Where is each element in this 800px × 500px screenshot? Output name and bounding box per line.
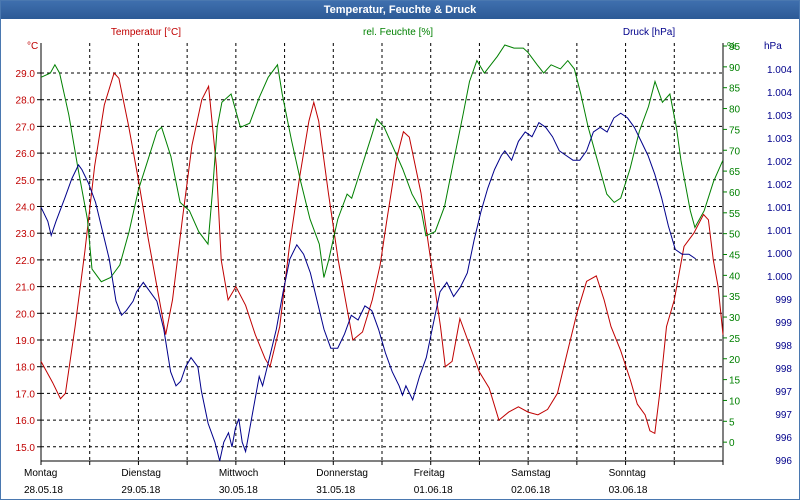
humidity-tick-label: 45 <box>729 251 741 262</box>
temperature-axis-title: Temperatur [°C] <box>111 27 181 38</box>
humidity-tick-label: 90 <box>729 63 741 74</box>
x-day-label: Samstag <box>511 468 550 479</box>
x-date-label: 01.06.18 <box>414 485 453 496</box>
pressure-tick-label: 997 <box>775 387 792 398</box>
axes: Temperatur [°C] rel. Feuchte [%] Druck [… <box>16 27 793 496</box>
humidity-tick-label: 25 <box>729 334 741 345</box>
x-date-label: 03.06.18 <box>609 485 648 496</box>
pressure-tick-label: 1.004 <box>767 65 792 76</box>
pressure-tick-label: 1.002 <box>767 180 792 191</box>
x-day-label: Mittwoch <box>219 468 258 479</box>
pressure-tick-label: 1.001 <box>767 226 792 237</box>
humidity-tick-label: 80 <box>729 105 741 116</box>
pressure-tick-label: 1.002 <box>767 157 792 168</box>
humidity-tick-label: 60 <box>729 188 741 199</box>
temperature-tick-label: 15.0 <box>16 443 36 454</box>
humidity-tick-label: 10 <box>729 396 741 407</box>
temperature-tick-label: 19.0 <box>16 336 36 347</box>
pressure-tick-label: 998 <box>775 341 792 352</box>
pressure-tick-label: 1.003 <box>767 111 792 122</box>
pressure-tick-label: 996 <box>775 433 792 444</box>
temperature-tick-label: 17.0 <box>16 389 36 400</box>
pressure-axis-unit: hPa <box>764 41 782 52</box>
humidity-tick-label: 55 <box>729 209 741 220</box>
humidity-tick-label: 0 <box>729 438 735 449</box>
x-date-label: 02.06.18 <box>511 485 550 496</box>
temperature-tick-label: 20.0 <box>16 309 36 320</box>
temperature-tick-label: 29.0 <box>16 69 36 80</box>
humidity-tick-label: 20 <box>729 355 741 366</box>
x-date-label: 29.05.18 <box>121 485 160 496</box>
pressure-tick-label: 1.000 <box>767 249 792 260</box>
humidity-tick-label: 30 <box>729 313 741 324</box>
temperature-tick-label: 22.0 <box>16 256 36 267</box>
pressure-tick-label: 997 <box>775 410 792 421</box>
temperature-tick-label: 16.0 <box>16 416 36 427</box>
temperature-tick-label: 24.0 <box>16 203 36 214</box>
temperature-tick-label: 25.0 <box>16 176 36 187</box>
humidity-tick-label: 95 <box>729 42 741 53</box>
x-day-label: Freitag <box>414 468 445 479</box>
x-day-label: Donnerstag <box>316 468 368 479</box>
pressure-tick-label: 1.000 <box>767 272 792 283</box>
x-day-label: Dienstag <box>121 468 160 479</box>
temperature-axis-unit: °C <box>27 41 38 52</box>
pressure-tick-label: 999 <box>775 318 792 329</box>
humidity-tick-label: 15 <box>729 376 741 387</box>
pressure-tick-label: 998 <box>775 364 792 375</box>
chart: Temperatur [°C] rel. Feuchte [%] Druck [… <box>16 27 793 496</box>
x-date-label: 30.05.18 <box>219 485 258 496</box>
pressure-tick-label: 1.003 <box>767 134 792 145</box>
x-date-label: 31.05.18 <box>316 485 355 496</box>
x-day-label: Montag <box>24 468 57 479</box>
temperature-tick-label: 27.0 <box>16 122 36 133</box>
temperature-tick-label: 21.0 <box>16 283 36 294</box>
humidity-tick-label: 5 <box>729 417 735 428</box>
temperature-tick-label: 23.0 <box>16 229 36 240</box>
x-date-label: 28.05.18 <box>24 485 63 496</box>
pressure-tick-label: 999 <box>775 295 792 306</box>
temperature-tick-label: 28.0 <box>16 96 36 107</box>
humidity-tick-label: 50 <box>729 230 741 241</box>
humidity-tick-label: 75 <box>729 125 741 136</box>
humidity-axis-title: rel. Feuchte [%] <box>363 27 433 38</box>
humidity-tick-label: 70 <box>729 146 741 157</box>
x-day-label: Sonntag <box>609 468 646 479</box>
humidity-tick-label: 40 <box>729 271 741 282</box>
temperature-tick-label: 26.0 <box>16 149 36 160</box>
pressure-tick-label: 1.004 <box>767 88 792 99</box>
pressure-tick-label: 996 <box>775 456 792 467</box>
pressure-axis-title: Druck [hPa] <box>623 27 675 38</box>
humidity-tick-label: 65 <box>729 167 741 178</box>
humidity-tick-label: 85 <box>729 84 741 95</box>
chart-window: Temperatur, Feuchte & Druck Temperatur [… <box>0 0 800 500</box>
humidity-tick-label: 35 <box>729 292 741 303</box>
temperature-tick-label: 18.0 <box>16 363 36 374</box>
pressure-tick-label: 1.001 <box>767 203 792 214</box>
